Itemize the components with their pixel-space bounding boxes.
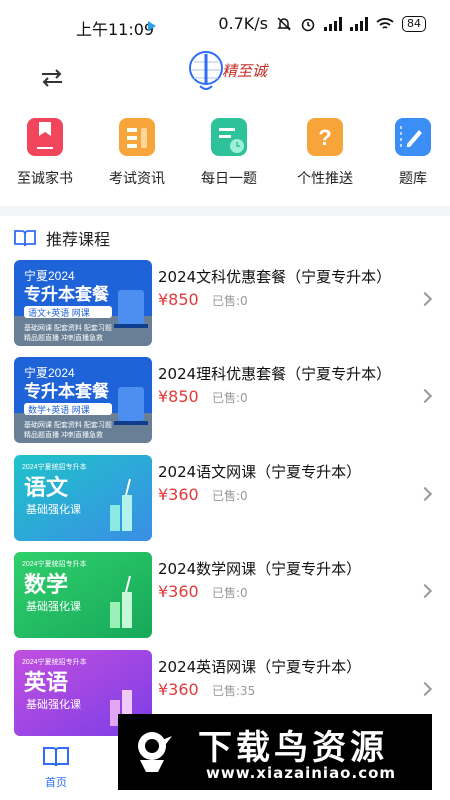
course-title: 2024英语网课（宁夏专升本） [158,658,362,676]
course-title: 2024文科优惠套餐（宁夏专升本） [158,268,392,286]
svg-text:?: ? [318,125,331,150]
thumb-main-text: 语文 [24,475,69,500]
course-thumbnail: 宁夏2024 专升本套餐 语文+英语 网课 基础网课 配套资料 配套习题 精品题… [14,260,152,346]
course-item[interactable]: 2024宁夏统招专升本 语文 基础强化课 2024语文网课（宁夏专升本） ¥36… [14,455,436,541]
course-item[interactable]: 2024宁夏统招专升本 数学 基础强化课 2024数学网课（宁夏专升本） ¥36… [14,552,436,638]
chevron-right-icon [417,486,433,502]
course-sold: 已售:0 [212,391,248,405]
thumb-top-text: 2024宁夏统招专升本 [22,462,87,471]
alarm-icon [301,18,315,31]
thumb-top-text: 宁夏2024 [24,268,75,283]
open-book-icon [43,747,69,767]
bookmark-book-icon [27,118,63,156]
course-price: ¥850 [158,290,199,309]
document-list-icon [119,118,155,156]
thumb-main-text: 专升本套餐 [24,284,110,304]
thumb-main-text: 英语 [24,670,68,695]
watermark-banner: 下载鸟资源 www.xiazainiao.com [118,714,432,790]
category-personal-push[interactable]: ? 个性推送 [280,118,370,188]
course-title: 2024理科优惠套餐（宁夏专升本） [158,365,392,383]
thumb-top-text: 宁夏2024 [24,365,75,380]
net-speed: 0.7K/s [218,14,268,33]
bird-logo-icon [138,732,172,772]
thumb-top-text: 2024宁夏统招专升本 [22,657,87,666]
status-right: 0.7K/s 84 [218,14,426,33]
category-exam-news[interactable]: 考试资讯 [92,118,182,188]
switch-arrows-icon[interactable] [38,66,66,90]
course-thumbnail: 宁夏2024 专升本套餐 数学+英语 网课 基础网课 配套资料 配套习题 精品题… [14,357,152,443]
chevron-right-icon [417,681,433,697]
course-price: ¥360 [158,582,199,601]
notebook-pen-icon [395,118,431,156]
course-title: 2024语文网课（宁夏专升本） [158,463,362,481]
watermark-title: 下载鸟资源 [198,728,388,768]
status-time: 上午11:09 [76,20,155,39]
chevron-right-icon [417,583,433,599]
category-question-bank[interactable]: 题库 [368,118,450,188]
course-price: ¥850 [158,387,199,406]
thumb-line2-text: 精品题直播 冲刺直播急救 [24,333,103,342]
thumb-sub-text: 基础强化课 [26,502,81,516]
course-item[interactable]: 宁夏2024 专升本套餐 数学+英语 网课 基础网课 配套资料 配套习题 精品题… [14,357,436,443]
thumb-line1-text: 基础网课 配套资料 配套习题 [24,420,112,429]
thumb-sub-text: 基础强化课 [26,697,81,711]
course-price: ¥360 [158,680,199,699]
thumb-sub-text: 语文+英语 网课 [28,307,90,318]
course-sold: 已售:0 [212,294,248,308]
thumb-main-text: 数学 [24,572,68,597]
chevron-right-icon [417,388,433,404]
chevron-right-icon [417,291,433,307]
question-icon: ? [307,118,343,156]
signal-icon [324,16,342,31]
course-sold: 已售:0 [212,586,248,600]
course-item[interactable]: 宁夏2024 专升本套餐 语文+英语 网课 基础网课 配套资料 配套习题 精品题… [14,260,436,346]
course-price: ¥360 [158,485,199,504]
category-zhicheng-letters[interactable]: 至诚家书 [0,118,90,188]
course-thumbnail: 2024宁夏统招专升本 语文 基础强化课 [14,455,152,541]
nav-home[interactable]: 首页 [36,746,76,790]
category-row: 至诚家书 考试资讯 每日一题 ? 个性推送 题库 [0,118,450,190]
thumb-sub-text: 数学+英语 网课 [28,404,90,415]
thumb-sub-text: 基础强化课 [26,599,81,613]
logo-text: 精至诚 [222,62,268,80]
battery-icon: 84 [402,15,426,32]
daily-clock-icon [211,118,247,156]
status-bar: 上午11:09 0.7K/s 84 [0,0,450,48]
bell-muted-icon [277,16,291,31]
course-sold: 已售:0 [212,489,248,503]
course-sold: 已售:35 [212,684,256,698]
app-logo: 精至诚 [184,46,270,96]
watermark-url: www.xiazainiao.com [206,764,397,782]
nav-home-label: 首页 [45,776,67,789]
course-title: 2024数学网课（宁夏专升本） [158,560,362,578]
open-book-icon [14,230,36,247]
signal-hd-icon [350,16,368,31]
thumb-main-text: 专升本套餐 [24,381,110,401]
section-title: 推荐课程 [46,230,111,249]
wifi-icon [376,17,394,29]
thumb-top-text: 2024宁夏统招专升本 [22,559,87,568]
section-divider [0,206,450,216]
course-thumbnail: 2024宁夏统招专升本 数学 基础强化课 [14,552,152,638]
thumb-line1-text: 基础网课 配套资料 配套习题 [24,323,112,332]
play-store-icon [148,21,156,31]
recommended-header: 推荐课程 [14,226,110,250]
thumb-line2-text: 精品题直播 冲刺直播急救 [24,430,103,439]
category-daily-question[interactable]: 每日一题 [184,118,274,188]
